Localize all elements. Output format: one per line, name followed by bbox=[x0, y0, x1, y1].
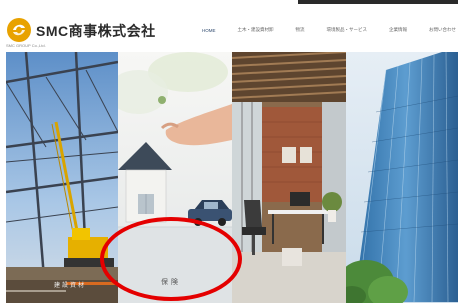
smc-logo-icon bbox=[7, 18, 31, 42]
nav-logistics[interactable]: 物流 bbox=[296, 27, 305, 33]
site-logo[interactable]: SMC商事株式会社 SMC GROUP Co.,Ltd. bbox=[6, 16, 156, 48]
site-header: SMC商事株式会社 SMC GROUP Co.,Ltd. HOME 土木・建設資… bbox=[0, 8, 458, 52]
nav-environment[interactable]: 環境製品・サービス bbox=[327, 27, 368, 33]
nav-company[interactable]: 企業情報 bbox=[389, 27, 407, 33]
nav-home[interactable]: HOME bbox=[202, 28, 216, 33]
main-nav: HOME 土木・建設資材卸 物流 環境製品・サービス 企業情報 お問い合わせ bbox=[202, 25, 456, 35]
brand-tagline: SMC GROUP Co.,Ltd. bbox=[6, 43, 46, 48]
panel-caption: 建設資材 bbox=[54, 283, 87, 289]
panel-building[interactable] bbox=[346, 52, 458, 303]
browser-chrome-edge bbox=[298, 0, 458, 4]
panel-office[interactable] bbox=[232, 52, 346, 303]
skyscraper-image bbox=[346, 52, 458, 303]
office-interior-image bbox=[232, 52, 346, 303]
nav-civil-materials[interactable]: 土木・建設資材卸 bbox=[238, 27, 274, 33]
top-strip bbox=[0, 0, 458, 8]
red-annotation-circle bbox=[100, 217, 242, 301]
brand-name: SMC商事株式会社 bbox=[36, 23, 156, 39]
nav-contact[interactable]: お問い合わせ bbox=[429, 27, 456, 33]
